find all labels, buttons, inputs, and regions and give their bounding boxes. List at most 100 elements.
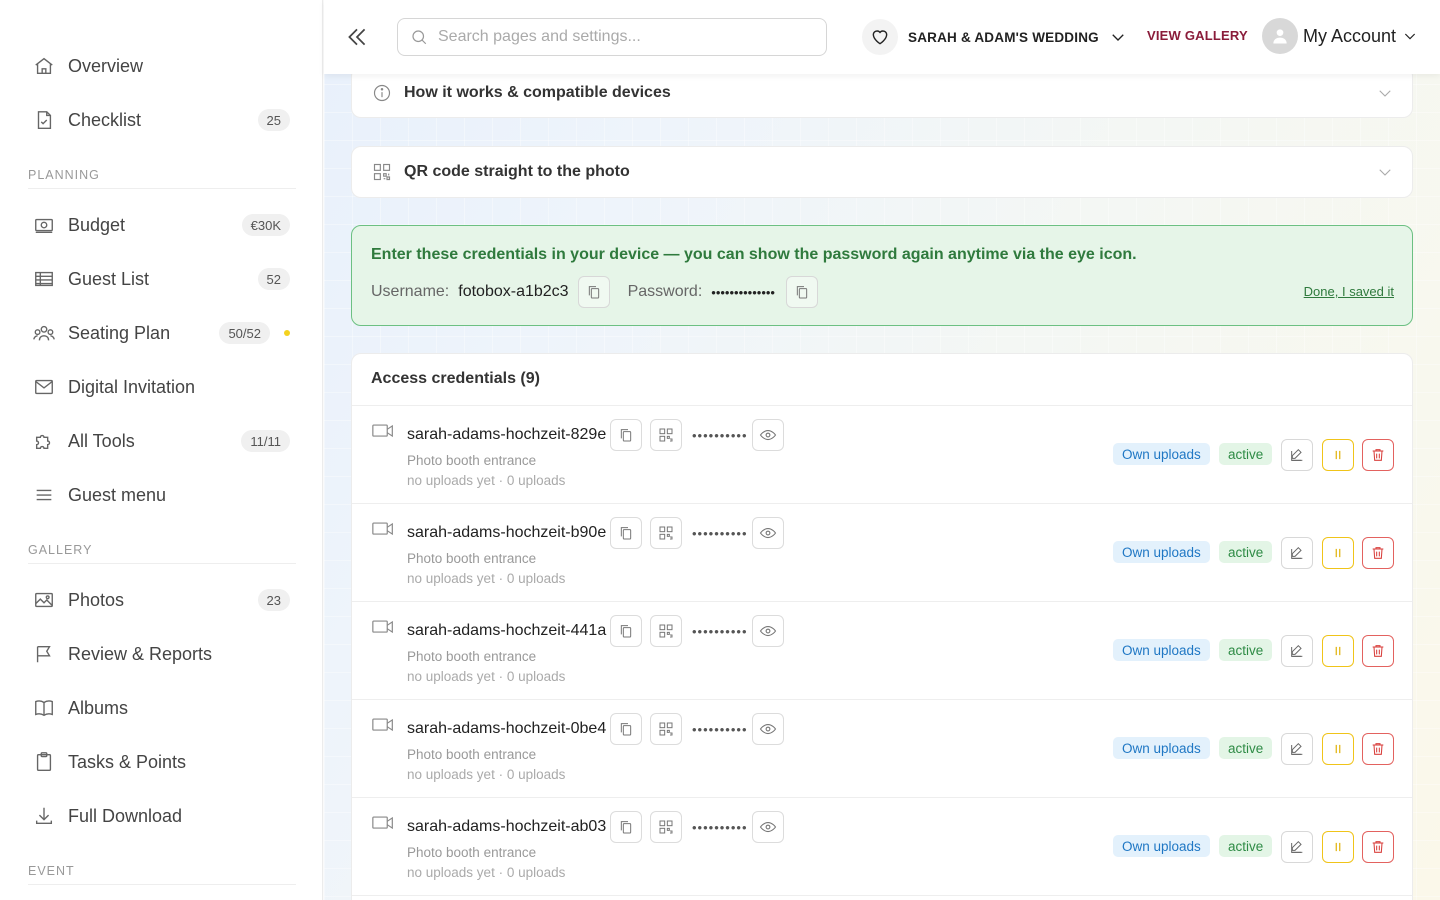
pause-button[interactable] <box>1322 733 1354 765</box>
count-badge: 25 <box>257 109 290 131</box>
delete-button[interactable] <box>1362 635 1394 667</box>
seating-icon <box>28 322 60 344</box>
camera-icon <box>372 422 394 440</box>
pause-button[interactable] <box>1322 439 1354 471</box>
sidebar-item-all-tools[interactable]: All Tools 11/11 <box>28 421 296 461</box>
camera-icon <box>372 814 394 832</box>
scope-badge: Own uploads <box>1113 737 1210 759</box>
accordion-title: How it works & compatible devices <box>404 83 671 101</box>
show-password-eye-icon[interactable] <box>752 811 784 843</box>
sidebar-item-guest-menu[interactable]: Guest menu <box>28 475 296 515</box>
status-badge: active <box>1219 443 1273 465</box>
show-password-eye-icon[interactable] <box>752 517 784 549</box>
qr-code-button[interactable] <box>650 713 682 745</box>
username-value: fotobox-a1b2c3 <box>458 283 569 300</box>
delete-button[interactable] <box>1362 831 1394 863</box>
search-box[interactable] <box>397 18 827 56</box>
credential-location: Photo booth entrance <box>407 649 537 664</box>
qr-code-button[interactable] <box>650 811 682 843</box>
sidebar-item-label: Checklist <box>68 109 142 130</box>
status-badge: active <box>1219 639 1273 661</box>
chevron-down-icon <box>1109 28 1127 46</box>
credential-location: Photo booth entrance <box>407 453 537 468</box>
puzzle-icon <box>28 430 60 452</box>
credential-location: Photo booth entrance <box>407 747 537 762</box>
scope-badge: Own uploads <box>1113 639 1210 661</box>
search-icon <box>410 28 428 46</box>
count-badge: 50/52 <box>219 322 270 344</box>
menu-icon <box>28 484 60 506</box>
sidebar-item-budget[interactable]: Budget €30K <box>28 205 296 245</box>
sidebar-item-review-reports[interactable]: Review & Reports <box>28 634 296 674</box>
search-input[interactable] <box>438 28 798 46</box>
sidebar-item-label: Photos <box>68 589 125 610</box>
section-heading-gallery: GALLERY <box>28 543 296 564</box>
show-password-eye-icon[interactable] <box>752 713 784 745</box>
scope-badge: Own uploads <box>1113 443 1210 465</box>
camera-icon <box>372 520 394 538</box>
credential-row: sarah-adams-hochzeit-829e •••••••••• Photo… <box>352 406 1412 504</box>
credential-username: sarah-adams-hochzeit-ab03 <box>407 818 607 835</box>
view-gallery-link[interactable]: VIEW GALLERY <box>1147 28 1248 43</box>
sidebar-item-guest-list[interactable]: Guest List 52 <box>28 259 296 299</box>
sidebar-item-full-download[interactable]: Full Download <box>28 796 296 836</box>
credential-username: sarah-adams-hochzeit-829e <box>407 426 607 443</box>
copy-password-button[interactable] <box>785 276 818 308</box>
sidebar-item-overview[interactable]: Overview <box>28 46 296 86</box>
event-selector[interactable]: SARAH & ADAM'S WEDDING <box>862 18 1127 56</box>
copy-username-button[interactable] <box>610 811 642 843</box>
account-label: My Account <box>1303 25 1397 46</box>
delete-button[interactable] <box>1362 537 1394 569</box>
edit-button[interactable] <box>1281 635 1313 667</box>
pause-button[interactable] <box>1322 537 1354 569</box>
sidebar: Overview Checklist 25 PLANNING Budget €3… <box>0 0 323 900</box>
show-password-eye-icon[interactable] <box>752 419 784 451</box>
account-menu[interactable]: My Account <box>1262 18 1418 54</box>
camera-icon <box>372 618 394 636</box>
credential-stats: no uploads yet · 0 uploads <box>407 669 566 684</box>
password-mask: •••••••••• <box>692 624 748 639</box>
scope-badge: Own uploads <box>1113 835 1210 857</box>
sidebar-item-checklist[interactable]: Checklist 25 <box>28 100 296 140</box>
edit-button[interactable] <box>1281 439 1313 471</box>
copy-username-button[interactable] <box>610 713 642 745</box>
clipboard-icon <box>28 751 60 773</box>
credential-stats: no uploads yet · 0 uploads <box>407 473 566 488</box>
sidebar-item-label: Overview <box>68 55 144 76</box>
edit-button[interactable] <box>1281 831 1313 863</box>
accordion-title: QR code straight to the photo <box>404 163 630 180</box>
credential-stats: no uploads yet · 0 uploads <box>407 865 566 880</box>
chevron-down-icon <box>1402 28 1418 44</box>
show-password-eye-icon[interactable] <box>752 615 784 647</box>
copy-username-button[interactable] <box>610 419 642 451</box>
accordion-qr-code[interactable]: QR code straight to the photo <box>351 146 1413 198</box>
delete-button[interactable] <box>1362 733 1394 765</box>
delete-button[interactable] <box>1362 439 1394 471</box>
copy-username-button[interactable] <box>577 276 610 308</box>
qr-code-button[interactable] <box>650 419 682 451</box>
copy-username-button[interactable] <box>610 517 642 549</box>
edit-button[interactable] <box>1281 733 1313 765</box>
sidebar-item-tasks-points[interactable]: Tasks & Points <box>28 742 296 782</box>
sidebar-item-photos[interactable]: Photos 23 <box>28 580 296 620</box>
edit-button[interactable] <box>1281 537 1313 569</box>
count-badge: €30K <box>241 214 290 236</box>
collapse-sidebar-icon[interactable] <box>344 24 370 50</box>
avatar <box>1262 18 1298 54</box>
sidebar-item-digital-invitation[interactable]: Digital Invitation <box>28 367 296 407</box>
count-badge: 52 <box>257 268 290 290</box>
pause-button[interactable] <box>1322 635 1354 667</box>
panel-title: Access credentials (9) <box>371 370 540 387</box>
credential-row: sarah-adams-hochzeit-0be4 •••••••••• Photo… <box>352 700 1412 798</box>
sidebar-item-label: Full Download <box>68 805 183 826</box>
copy-username-button[interactable] <box>610 615 642 647</box>
pause-button[interactable] <box>1322 831 1354 863</box>
sidebar-item-seating-plan[interactable]: Seating Plan 50/52 <box>28 313 296 353</box>
qr-code-button[interactable] <box>650 615 682 647</box>
home-icon <box>28 55 60 77</box>
camera-icon <box>372 716 394 734</box>
qr-code-button[interactable] <box>650 517 682 549</box>
budget-icon <box>28 214 60 236</box>
sidebar-item-albums[interactable]: Albums <box>28 688 296 728</box>
done-saved-link[interactable]: Done, I saved it <box>1304 284 1394 299</box>
